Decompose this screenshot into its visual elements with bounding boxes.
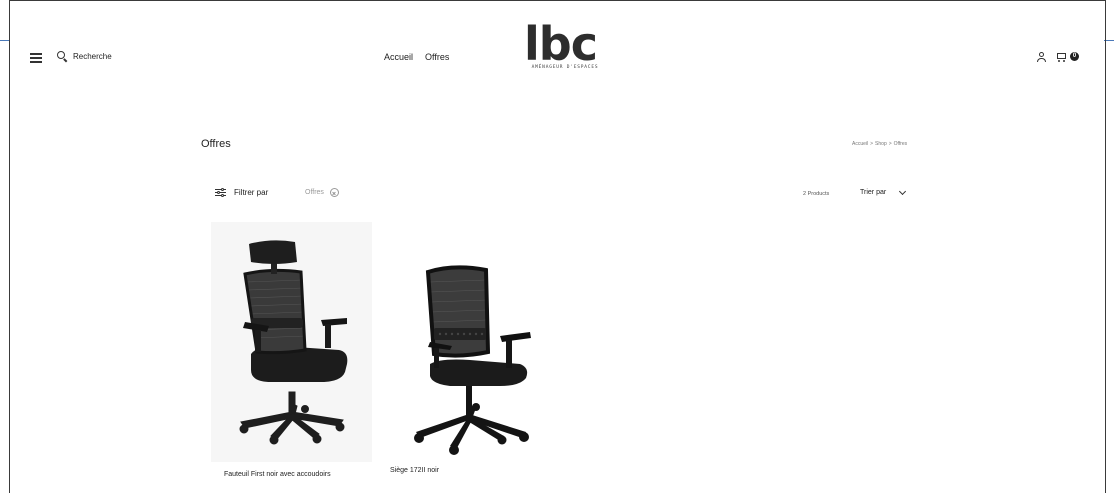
active-filter-chip: Offres xyxy=(305,188,339,197)
office-chair-image xyxy=(414,265,531,455)
breadcrumb-current: Offres xyxy=(893,141,908,147)
breadcrumb-accueil[interactable]: Accueil xyxy=(852,141,868,147)
menu-icon[interactable] xyxy=(30,53,42,63)
breadcrumb-shop[interactable]: Shop xyxy=(875,141,887,147)
office-chair-image xyxy=(239,240,348,445)
chevron-down-icon xyxy=(899,187,907,195)
logo-text: lbc xyxy=(524,17,598,71)
site-header: Recherche Accueil Offres lbc AMÉNAGEUR D… xyxy=(10,1,1106,81)
nav-item-offres[interactable]: Offres xyxy=(425,52,449,62)
logo[interactable]: lbc AMÉNAGEUR D'ESPACES xyxy=(524,21,614,77)
product-card[interactable]: Siège 172II noir xyxy=(380,222,550,474)
filter-label: Filtrer par xyxy=(234,188,269,197)
filter-icon xyxy=(215,188,226,197)
sort-label: Trier par xyxy=(860,189,887,196)
logo-subtitle: AMÉNAGEUR D'ESPACES xyxy=(531,65,599,70)
product-image[interactable] xyxy=(211,222,372,462)
main-nav: Accueil Offres xyxy=(384,52,449,62)
remove-filter-icon[interactable] xyxy=(329,188,339,197)
sort-dropdown[interactable]: Trier par xyxy=(860,187,907,196)
product-name[interactable]: Fauteuil First noir avec accoudoirs xyxy=(211,471,372,478)
account-icon[interactable] xyxy=(1037,52,1046,62)
breadcrumb-separator: > xyxy=(870,141,874,147)
cart-button[interactable]: 0 xyxy=(1056,51,1079,62)
product-image[interactable] xyxy=(380,222,550,462)
product-name[interactable]: Siège 172II noir xyxy=(380,467,550,474)
filter-toggle-button[interactable]: Filtrer par xyxy=(215,188,268,197)
breadcrumb: Accueil > Shop > Offres xyxy=(852,141,907,147)
page-title: Offres xyxy=(201,138,231,150)
search-button[interactable]: Recherche xyxy=(57,51,112,63)
product-card[interactable]: Fauteuil First noir avec accoudoirs xyxy=(211,222,372,478)
search-label: Recherche xyxy=(73,52,112,61)
cart-count-badge: 0 xyxy=(1070,52,1079,61)
product-count: 2 Products xyxy=(803,191,830,197)
active-filter-label: Offres xyxy=(305,189,324,196)
cart-icon xyxy=(1056,51,1067,62)
nav-item-accueil[interactable]: Accueil xyxy=(384,52,413,62)
search-icon xyxy=(57,51,68,63)
breadcrumb-separator: > xyxy=(888,141,892,147)
